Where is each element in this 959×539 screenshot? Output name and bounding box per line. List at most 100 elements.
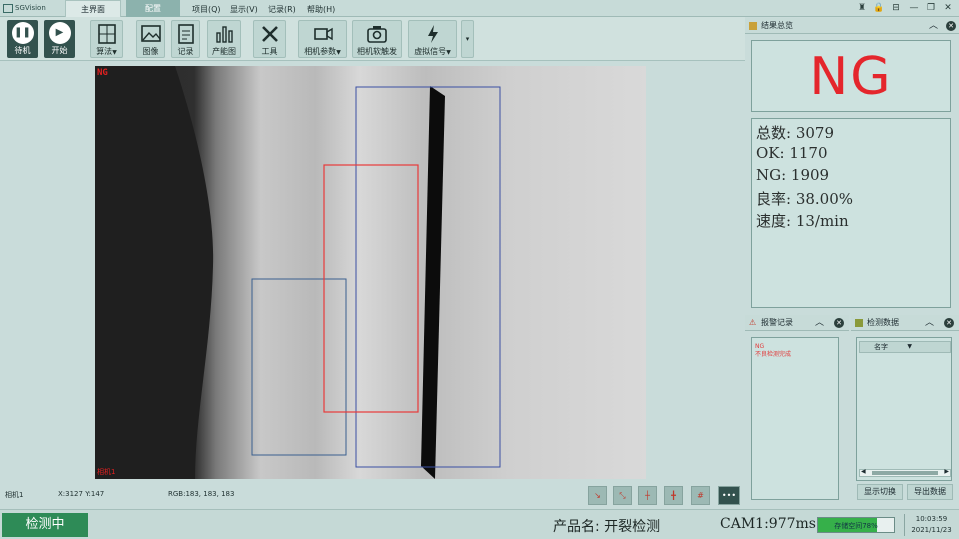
- collapse-icon[interactable]: ︿: [925, 315, 934, 331]
- restore-icon[interactable]: ❐: [925, 2, 937, 14]
- algorithm-button[interactable]: 算法▼: [90, 20, 123, 58]
- results-panel-title: 结果总览: [761, 21, 793, 30]
- close-icon[interactable]: ✕: [942, 2, 954, 14]
- status-coordinates: X:3127 Y:147: [58, 490, 105, 498]
- toolbar-overflow-button[interactable]: ▾: [461, 20, 474, 58]
- virtual-signal-button[interactable]: 虚拟信号▼: [408, 20, 457, 58]
- menu-help[interactable]: 帮助(H): [307, 4, 335, 15]
- stat-ng: NG: 1909: [756, 166, 830, 184]
- alarm-entries: NG 不良检测完成: [755, 343, 791, 359]
- wrench-icon: [261, 26, 278, 42]
- alarm-log: NG 不良检测完成: [751, 337, 839, 500]
- folder-icon: [749, 22, 757, 30]
- horizontal-scrollbar[interactable]: ◀ ▶: [859, 468, 951, 477]
- document-icon: [177, 24, 194, 44]
- camera-image[interactable]: NG 相机1: [95, 66, 646, 479]
- crosshair-icon[interactable]: ┼: [638, 486, 657, 505]
- image-camera-tag: 相机1: [97, 468, 116, 476]
- app-logo-icon: [3, 4, 13, 13]
- detection-status-button[interactable]: 检测中: [2, 513, 88, 537]
- bottom-status-bar: 检测中 产品名: 开裂检测 CAM1:977ms 存储空间78% 10:03:5…: [0, 509, 959, 539]
- stat-ok: OK: 1170: [756, 144, 828, 162]
- tools-button[interactable]: 工具: [253, 20, 286, 58]
- chevron-down-icon: ▼: [336, 49, 341, 56]
- video-camera-icon: [313, 27, 333, 41]
- data-table: 名字 ▼ ◀ ▶: [856, 337, 952, 481]
- bar-chart-icon: [216, 26, 233, 43]
- shirt-icon[interactable]: ♜: [856, 2, 868, 14]
- stat-total: 总数: 3079: [756, 124, 834, 142]
- ng-detection-box: [323, 164, 419, 413]
- camera-cycle-time: CAM1:977ms: [720, 516, 816, 532]
- collapse-icon[interactable]: ︿: [929, 18, 938, 34]
- soft-trigger-button[interactable]: 相机软触发: [352, 20, 402, 58]
- clock-time: 10:03:59: [915, 515, 948, 523]
- camera-params-button[interactable]: 相机参数▼: [298, 20, 347, 58]
- standby-button[interactable]: ❚❚ 待机: [7, 20, 38, 58]
- scroll-left-icon[interactable]: ◀: [861, 468, 866, 475]
- column-header-name[interactable]: 名字 ▼: [859, 341, 951, 353]
- scroll-right-icon[interactable]: ▶: [944, 468, 949, 475]
- chevron-down-icon: ▾: [465, 35, 470, 43]
- export-data-button[interactable]: 导出数据: [907, 484, 953, 500]
- roi-box-left: [251, 278, 347, 456]
- menu-view[interactable]: 显示(V): [230, 4, 258, 15]
- tab-main[interactable]: 主界面: [65, 0, 121, 17]
- menu-project[interactable]: 项目(Q): [192, 4, 221, 15]
- result-status: NG: [809, 47, 893, 107]
- dark-part-region: [95, 66, 214, 479]
- lock-alt-icon[interactable]: ⊟: [890, 2, 902, 14]
- image-button[interactable]: 图像: [136, 20, 165, 58]
- close-icon[interactable]: ✕: [834, 318, 844, 328]
- calculator-icon: [97, 24, 116, 44]
- draw-curve-icon[interactable]: ⤡: [613, 486, 632, 505]
- close-icon[interactable]: ✕: [944, 318, 954, 328]
- stat-speed: 速度: 13/min: [756, 212, 849, 230]
- data-icon: [855, 319, 863, 327]
- crack-defect: [421, 86, 445, 479]
- storage-progress: 存储空间78%: [817, 517, 895, 533]
- record-button[interactable]: 记录: [171, 20, 200, 58]
- start-button[interactable]: ▶ 开始: [44, 20, 75, 58]
- image-viewer[interactable]: NG 相机1: [0, 62, 745, 484]
- draw-line-icon[interactable]: ↘: [588, 486, 607, 505]
- capacity-chart-button[interactable]: 产能图: [207, 20, 241, 58]
- status-camera-name: 相机1: [5, 491, 24, 499]
- warning-icon: ⚠: [749, 318, 757, 327]
- stat-yield: 良率: 38.00%: [756, 190, 854, 208]
- alarm-entry: 不良检测完成: [755, 351, 792, 358]
- minimize-icon[interactable]: —: [908, 2, 920, 14]
- image-status-row: 相机1 X:3127 Y:147 RGB:183, 183, 183: [0, 488, 745, 502]
- pause-icon: ❚❚: [11, 22, 34, 44]
- chevron-down-icon: ▼: [446, 49, 451, 56]
- camera-icon: [367, 26, 387, 43]
- more-icon[interactable]: •••: [718, 486, 740, 505]
- tab-config[interactable]: 配置: [126, 0, 180, 17]
- toolbar: ❚❚ 待机 ▶ 开始 算法▼ 图像 记录 产能图 工具 相机参数▼ 相机软触发 …: [0, 17, 745, 61]
- stats-panel: 总数: 3079 OK: 1170 NG: 1909 良率: 38.00% 速度…: [751, 118, 951, 308]
- app-name: SGVision: [15, 4, 46, 12]
- play-icon: ▶: [48, 22, 71, 44]
- lock-icon[interactable]: 🔒: [873, 2, 885, 14]
- image-result-tag: NG: [97, 68, 108, 78]
- alarm-entry: NG: [755, 343, 765, 350]
- lightning-icon: [427, 25, 438, 43]
- storage-progress-text: 存储空间78%: [834, 522, 878, 530]
- close-icon[interactable]: ✕: [946, 21, 956, 31]
- data-panel-title: 检测数据: [867, 318, 899, 327]
- grid-icon[interactable]: #: [691, 486, 710, 505]
- display-toggle-button[interactable]: 显示切换: [857, 484, 903, 500]
- result-display: NG: [751, 40, 951, 112]
- results-panel-header: 结果总览 ︿ ✕: [745, 18, 959, 34]
- product-name: 产品名: 开裂检测: [553, 519, 661, 535]
- clock-date: 2021/11/23: [911, 526, 952, 534]
- title-bar: SGVision 主界面 配置 项目(Q) 显示(V) 记录(R) 帮助(H) …: [0, 0, 959, 17]
- alarm-panel-header: ⚠ 报警记录 ︿ ✕: [745, 315, 849, 331]
- image-icon: [140, 25, 161, 42]
- collapse-icon[interactable]: ︿: [815, 315, 824, 331]
- data-panel-header: 检测数据 ︿ ✕: [851, 315, 959, 331]
- center-cross-icon[interactable]: ╋: [664, 486, 683, 505]
- chevron-down-icon: ▼: [112, 49, 117, 56]
- menu-record[interactable]: 记录(R): [268, 4, 296, 15]
- scroll-thumb[interactable]: [872, 471, 938, 475]
